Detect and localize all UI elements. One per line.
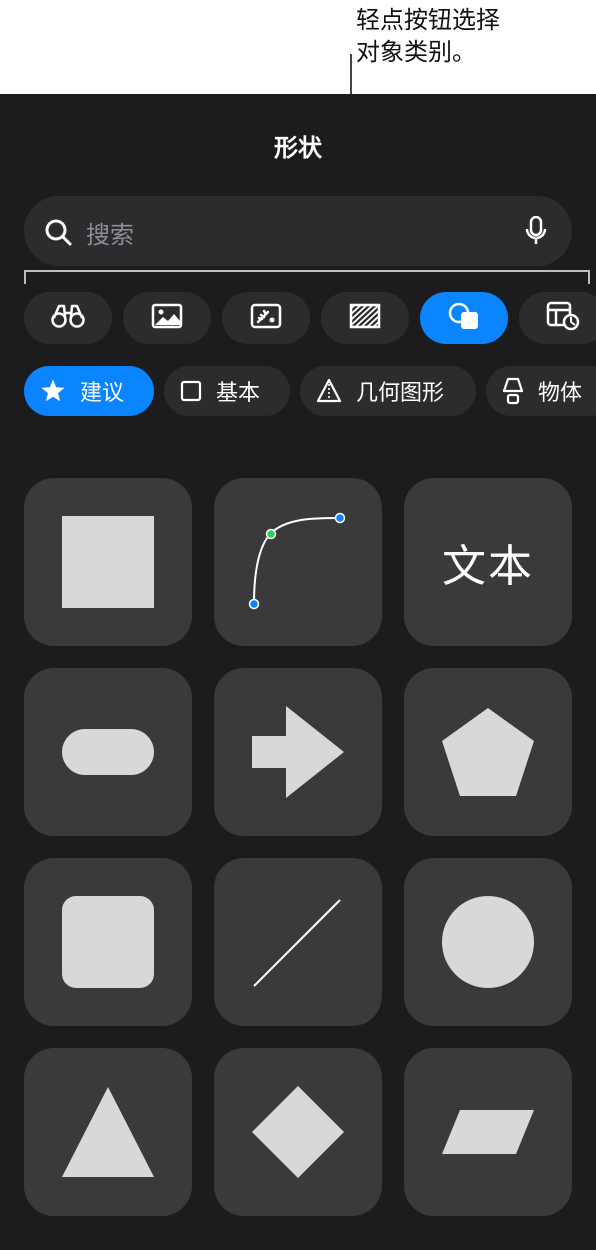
shape-tile-text[interactable]: 文本 bbox=[404, 478, 572, 646]
chip-objects[interactable]: 物体 bbox=[486, 366, 596, 416]
chip-label-objects: 物体 bbox=[538, 381, 583, 406]
rounded-square-shape bbox=[62, 896, 154, 988]
diamond-shape bbox=[252, 1086, 344, 1178]
photo-icon bbox=[151, 303, 183, 333]
category-button-stickers[interactable] bbox=[222, 292, 310, 344]
pattern-icon bbox=[349, 303, 381, 333]
square-shape bbox=[62, 516, 154, 608]
lamp-icon bbox=[502, 377, 524, 405]
binoculars-icon bbox=[51, 303, 85, 333]
sticker-icon bbox=[250, 303, 282, 333]
chip-label-basic: 基本 bbox=[216, 381, 261, 406]
microphone-icon[interactable] bbox=[524, 215, 548, 250]
pill-shape bbox=[62, 729, 154, 775]
category-button-shapes[interactable] bbox=[420, 292, 508, 344]
search-input[interactable]: 搜索 bbox=[86, 215, 134, 250]
chip-label-suggested: 建议 bbox=[80, 381, 125, 406]
chip-suggested[interactable]: 建议 bbox=[24, 366, 154, 416]
shape-tile-curve[interactable] bbox=[214, 478, 382, 646]
arrow-shape bbox=[252, 706, 344, 798]
shapes-icon bbox=[447, 301, 481, 335]
chip-basic[interactable]: 基本 bbox=[164, 366, 290, 416]
curve-shape bbox=[248, 512, 346, 610]
triangle-shape bbox=[62, 1087, 154, 1177]
shape-tile-arrow[interactable] bbox=[214, 668, 382, 836]
callout-text: 轻点按钮选择 对象类别。 bbox=[356, 6, 500, 66]
panel-title: 形状 bbox=[274, 134, 322, 162]
square-outline-icon bbox=[180, 380, 202, 402]
search-field[interactable]: 搜索 bbox=[24, 196, 572, 266]
chip-label-geometry: 几何图形 bbox=[356, 381, 445, 406]
pentagon-shape bbox=[442, 708, 534, 796]
shape-tile-diamond[interactable] bbox=[214, 1048, 382, 1216]
star-icon bbox=[40, 378, 66, 404]
chart-icon bbox=[546, 301, 580, 335]
shape-tile-rounded-pill[interactable] bbox=[24, 668, 192, 836]
pyramid-icon bbox=[316, 378, 342, 404]
parallelogram-shape bbox=[442, 1110, 534, 1154]
shape-tile-circle[interactable] bbox=[404, 858, 572, 1026]
circle-shape bbox=[442, 896, 534, 988]
shape-tile-square[interactable] bbox=[24, 478, 192, 646]
search-icon bbox=[44, 218, 72, 250]
text-shape-label: 文本 bbox=[442, 541, 534, 592]
chip-geometry[interactable]: 几何图形 bbox=[300, 366, 476, 416]
shape-tile-rounded-square[interactable] bbox=[24, 858, 192, 1026]
category-button-binoculars[interactable] bbox=[24, 292, 112, 344]
shape-tile-parallelogram[interactable] bbox=[404, 1048, 572, 1216]
category-button-photos[interactable] bbox=[123, 292, 211, 344]
callout-bracket bbox=[24, 270, 590, 284]
line-shape bbox=[253, 899, 341, 987]
shape-tile-triangle[interactable] bbox=[24, 1048, 192, 1216]
shape-tile-line[interactable] bbox=[214, 858, 382, 1026]
shape-tile-pentagon[interactable] bbox=[404, 668, 572, 836]
category-button-charts[interactable] bbox=[519, 292, 596, 344]
category-button-patterns[interactable] bbox=[321, 292, 409, 344]
shapes-panel: 形状 搜索 建议 基本 几何图形 物体 文本 bbox=[0, 94, 596, 1250]
